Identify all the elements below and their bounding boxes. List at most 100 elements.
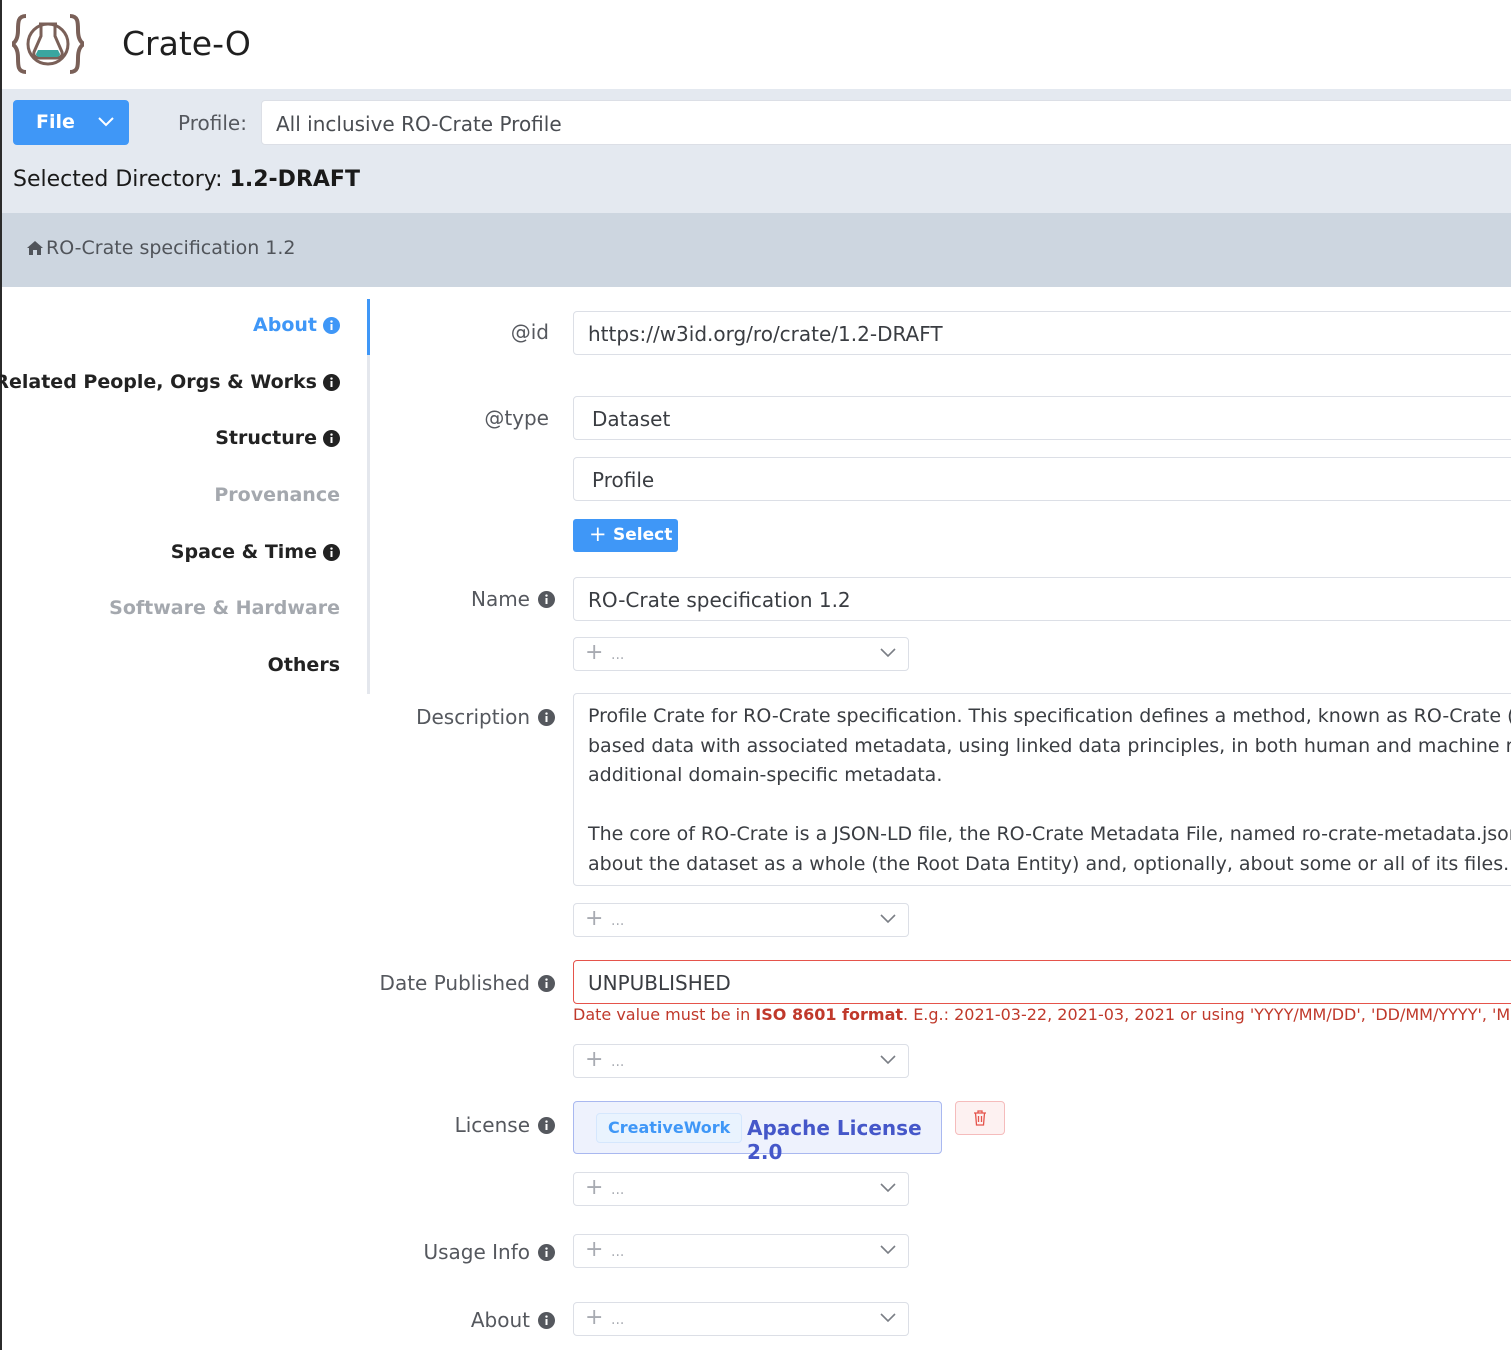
description-textarea[interactable]: Profile Crate for RO-Crate specification… <box>573 693 1511 886</box>
name-add-dropdown[interactable]: + ... <box>573 637 909 671</box>
add-placeholder: ... <box>611 1054 625 1070</box>
nav-rail <box>367 299 370 694</box>
nav-item-software-hardware[interactable]: Software & Hardware <box>109 597 340 619</box>
breadcrumb[interactable]: RO-Crate specification 1.2 <box>26 237 296 259</box>
plus-icon: + <box>585 1047 604 1072</box>
info-circle-icon <box>323 316 340 334</box>
type-value-profile[interactable]: Profile <box>573 457 1511 501</box>
date-published-label: Date Published <box>380 971 555 995</box>
breadcrumb-root: RO-Crate specification 1.2 <box>46 237 296 259</box>
nav-item-structure[interactable]: Structure <box>215 427 340 449</box>
home-icon <box>27 241 43 255</box>
file-button-label: File <box>36 111 75 133</box>
add-placeholder: ... <box>611 647 625 663</box>
license-name: Apache License 2.0 <box>747 1116 922 1164</box>
nav-item-label: About <box>253 314 317 336</box>
selected-directory: Selected Directory: 1.2-DRAFT <box>13 167 360 192</box>
about-add-dropdown[interactable]: + ... <box>573 1302 909 1336</box>
info-circle-icon <box>323 373 340 391</box>
toolbar: File Profile: All inclusive RO-Crate Pro… <box>2 89 1511 213</box>
info-circle-icon[interactable] <box>538 708 555 726</box>
id-label: @id <box>511 320 549 344</box>
description-add-dropdown[interactable]: + ... <box>573 903 909 937</box>
date-published-value: UNPUBLISHED <box>588 971 731 995</box>
description-line: Profile Crate for RO-Crate specification… <box>588 705 1511 727</box>
crate-o-logo <box>12 14 84 74</box>
chevron-down-icon <box>98 117 114 127</box>
chevron-down-icon <box>880 1245 896 1255</box>
nav-item-label: Space & Time <box>170 541 317 563</box>
date-add-dropdown[interactable]: + ... <box>573 1044 909 1078</box>
license-add-dropdown[interactable]: + ... <box>573 1172 909 1206</box>
type-label: @type <box>484 406 549 430</box>
nav-item-provenance[interactable]: Provenance <box>214 484 340 506</box>
type-value-text: Dataset <box>592 407 671 431</box>
date-published-label-text: Date Published <box>379 971 530 995</box>
add-placeholder: ... <box>611 1312 625 1328</box>
chevron-down-icon <box>880 648 896 658</box>
info-circle-icon[interactable] <box>538 1243 555 1261</box>
name-field-value: RO-Crate specification 1.2 <box>588 588 851 612</box>
usage-info-add-dropdown[interactable]: + ... <box>573 1234 909 1268</box>
nav-item-related-people[interactable]: Related People, Orgs & Works <box>0 371 340 393</box>
nav-item-space-time[interactable]: Space & Time <box>171 541 340 563</box>
profile-select[interactable]: All inclusive RO-Crate Profile <box>261 100 1511 145</box>
error-suffix: . E.g.: 2021-03-22, 2021-03, 2021 or usi… <box>903 1005 1511 1024</box>
license-label-text: License <box>454 1113 530 1137</box>
info-circle-icon <box>323 543 340 561</box>
license-label: License <box>455 1113 555 1137</box>
license-entity-chip[interactable]: CreativeWork Apache License 2.0 <box>573 1101 942 1164</box>
id-field-value: https://w3id.org/ro/crate/1.2-DRAFT <box>588 322 943 346</box>
description-label-text: Description <box>416 705 530 729</box>
about-label: About <box>471 1308 555 1332</box>
description-line: about the dataset as a whole (the Root D… <box>588 852 1511 875</box>
plus-icon: + <box>585 1237 604 1262</box>
date-published-field[interactable]: UNPUBLISHED <box>573 960 1511 1004</box>
profile-label: Profile: <box>178 111 247 135</box>
select-button-label: Select <box>613 525 673 545</box>
description-line: based data with associated metadata, usi… <box>588 734 1511 757</box>
delete-license-button[interactable] <box>955 1101 1005 1135</box>
info-circle-icon[interactable] <box>538 1116 555 1134</box>
description-line: additional domain-specific metadata. <box>588 764 943 786</box>
app-header: Crate-O <box>2 0 1511 89</box>
description-line: The core of RO-Crate is a JSON-LD file, … <box>588 823 1511 845</box>
name-field[interactable]: RO-Crate specification 1.2 <box>573 577 1511 621</box>
usage-info-label-text: Usage Info <box>423 1240 530 1264</box>
add-placeholder: ... <box>611 1244 625 1260</box>
info-circle-icon[interactable] <box>538 1311 555 1329</box>
date-error-message: Date value must be in ISO 8601 format. E… <box>573 1005 1511 1024</box>
plus-icon: + <box>585 1175 604 1200</box>
type-label-text: @type <box>484 406 549 430</box>
breadcrumb-bar: RO-Crate specification 1.2 <box>2 213 1511 287</box>
app-title: Crate-O <box>122 24 251 63</box>
profile-select-value: All inclusive RO-Crate Profile <box>276 112 562 136</box>
trash-icon <box>974 1110 986 1126</box>
nav-item-about[interactable]: About <box>253 314 340 336</box>
name-label: Name <box>471 587 555 611</box>
id-label-text: @id <box>510 320 549 344</box>
info-circle-icon <box>323 429 340 447</box>
nav-active-indicator <box>367 299 370 355</box>
description-label: Description <box>416 705 555 729</box>
id-field[interactable]: https://w3id.org/ro/crate/1.2-DRAFT <box>573 311 1511 355</box>
chevron-down-icon <box>880 1055 896 1065</box>
select-type-button[interactable]: + Select <box>573 519 678 552</box>
plus-icon: + <box>585 640 604 665</box>
selected-directory-value: 1.2-DRAFT <box>229 167 360 192</box>
file-menu-button[interactable]: File <box>13 100 129 145</box>
add-placeholder: ... <box>611 913 625 929</box>
nav-item-label: Software & Hardware <box>109 597 340 619</box>
add-placeholder: ... <box>611 1182 625 1198</box>
name-label-text: Name <box>470 587 530 611</box>
nav-item-label: Provenance <box>214 484 340 506</box>
info-circle-icon[interactable] <box>538 590 555 608</box>
info-circle-icon[interactable] <box>538 974 555 992</box>
nav-item-others[interactable]: Others <box>268 654 340 676</box>
nav-item-label: Others <box>267 654 340 676</box>
type-value-dataset[interactable]: Dataset <box>573 396 1511 440</box>
error-prefix: Date value must be in <box>573 1005 756 1024</box>
usage-info-label: Usage Info <box>423 1240 555 1264</box>
selected-directory-label: Selected Directory: <box>13 167 223 192</box>
side-nav: About Related People, Orgs & Works Struc… <box>0 299 370 694</box>
